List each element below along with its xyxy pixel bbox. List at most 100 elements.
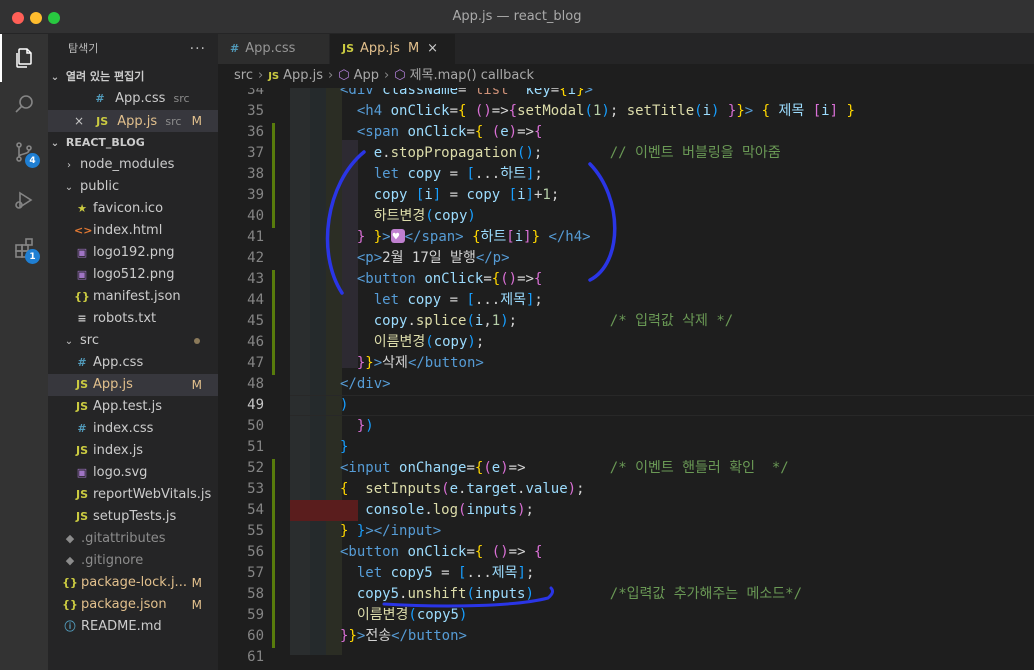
open-editor-app-css[interactable]: # App.css src (48, 88, 218, 110)
file-tree-item[interactable]: JS setupTests.js (48, 506, 218, 528)
code-comment: /* 입력값 삭제 */ (609, 313, 734, 329)
js-file-icon: JS (96, 115, 109, 128)
line-number: 36 (247, 124, 264, 140)
file-tree-item[interactable]: JS App.test.js (48, 396, 218, 418)
file-tree-label: logo512.png (93, 267, 175, 282)
line-number: 57 (247, 565, 264, 581)
modified-indicator: M (407, 41, 420, 56)
editor-tabs: # App.css JS App.js M × (218, 34, 1034, 64)
file-type-icon: {} (62, 576, 78, 589)
explorer-title: 탐색기 (68, 42, 99, 55)
file-type-icon: JS (75, 488, 88, 501)
line-number: 55 (247, 523, 264, 539)
current-line-highlight (290, 395, 1034, 416)
file-tree-item[interactable]: JS App.js M (48, 374, 218, 396)
line-number: 39 (247, 187, 264, 203)
file-tree-label: .gitignore (81, 553, 144, 568)
more-actions-icon[interactable]: ··· (190, 34, 206, 64)
tab-app-css[interactable]: # App.css (218, 34, 330, 64)
project-section[interactable]: ⌄ REACT_BLOG (48, 132, 218, 154)
code-line-52: <input onChange={(e)=> /* 이벤트 핸들러 확인 */ (340, 460, 789, 476)
open-editors-section[interactable]: ⌄ 열려 있는 편집기 (48, 66, 218, 88)
code-line-42: <p>2월 17일 발행</p> (356, 250, 510, 266)
heart-emoji-icon (390, 226, 405, 247)
code-identifier: 제목 (500, 292, 526, 308)
file-type-icon: <> (74, 224, 93, 237)
breadcrumb-item[interactable]: src (234, 68, 253, 83)
code-line-48: </div> (340, 376, 391, 392)
symbol-cube-icon: ⬡ (338, 68, 350, 83)
chevron-right-icon: › (67, 160, 71, 171)
line-number: 58 (247, 586, 264, 602)
file-tree-label: index.js (93, 443, 144, 458)
project-label: REACT_BLOG (65, 136, 145, 149)
code-editor[interactable]: 34 35 36 37 38 39 40 41 42 43 44 45 46 47 48 49 50 51 52 53… (218, 88, 1034, 670)
file-tree-item[interactable]: # index.css (48, 418, 218, 440)
breadcrumb-item[interactable]: App.js (283, 68, 323, 83)
run-debug-icon[interactable] (0, 176, 48, 224)
file-tree-label: package.json (81, 597, 167, 612)
file-tree-label: README.md (81, 619, 162, 634)
file-tree-item[interactable]: JS reportWebVitals.js (48, 484, 218, 506)
git-added-marker (272, 459, 275, 648)
explorer-header: 탐색기 ··· (48, 34, 218, 64)
open-editor-app-js[interactable]: × JS App.js src M (48, 110, 218, 132)
code-comment: /*입력값 추가해주는 메소드*/ (609, 586, 803, 602)
file-tree-item[interactable]: ◆ .gitignore (48, 550, 218, 572)
source-control-icon[interactable]: 4 (0, 128, 48, 176)
modified-indicator: M (191, 576, 202, 590)
file-tree-label: public (80, 179, 120, 194)
js-file-icon: JS (268, 71, 280, 82)
file-tree-item[interactable]: # App.css (48, 352, 218, 374)
close-icon[interactable]: × (72, 110, 86, 132)
file-tree-item[interactable]: ▣ logo.svg (48, 462, 218, 484)
tab-label: App.js (360, 41, 400, 56)
file-tree-item[interactable]: › node_modules (48, 154, 218, 176)
extensions-icon[interactable]: 1 (0, 224, 48, 272)
line-number: 47 (247, 355, 264, 371)
source-control-badge: 4 (25, 153, 40, 168)
file-tree-item[interactable]: ⌄ src (48, 330, 218, 352)
file-tree-item[interactable]: ◆ .gitattributes (48, 528, 218, 550)
tab-app-js[interactable]: JS App.js M × (330, 34, 455, 64)
modified-indicator: M (191, 114, 202, 128)
file-tree-item[interactable]: ▣ logo512.png (48, 264, 218, 286)
line-number: 40 (247, 208, 264, 224)
file-type-icon: JS (75, 444, 88, 457)
open-editors-label: 열려 있는 편집기 (65, 70, 145, 83)
code-line-50: }) (356, 418, 374, 434)
line-number: 44 (247, 292, 264, 308)
chevron-down-icon: ⌄ (64, 336, 74, 347)
breadcrumb-item[interactable]: 제목.map() callback (410, 68, 534, 83)
file-tree-item[interactable]: ≡ robots.txt (48, 308, 218, 330)
file-tree-item[interactable]: <>index.html (48, 220, 218, 242)
file-tree-item[interactable]: JS index.js (48, 440, 218, 462)
git-added-marker (272, 144, 275, 228)
file-tree-item[interactable]: ⌄ public (48, 176, 218, 198)
file-tree-label: robots.txt (93, 311, 157, 326)
file-tree-item[interactable]: {} manifest.json (48, 286, 218, 308)
file-tree-item[interactable]: ⓘ README.md (48, 616, 218, 638)
file-tree-item[interactable]: ▣ logo192.png (48, 242, 218, 264)
line-number: 49 (247, 397, 264, 413)
code-line-55: } }></input> (340, 523, 442, 539)
line-number: 60 (247, 628, 264, 644)
line-number: 38 (247, 166, 264, 182)
file-tree-item[interactable]: ★ favicon.ico (48, 198, 218, 220)
file-tree-item[interactable]: {} package-lock.j... M (48, 572, 218, 594)
breadcrumb-item[interactable]: App (354, 68, 379, 83)
chevron-right-icon: › (384, 68, 390, 83)
code-line-36: <span onClick={ (e)=>{ (356, 124, 543, 140)
open-editor-folder: src (165, 115, 182, 128)
close-icon[interactable]: × (427, 41, 438, 56)
file-tree-item[interactable]: {} package.json M (48, 594, 218, 616)
code-line-46: 이름변경(copy); (373, 334, 485, 350)
window-title: App.js — react_blog (452, 9, 582, 24)
git-added-marker (272, 270, 275, 375)
file-type-icon: ◆ (65, 554, 75, 567)
file-type-icon: {} (74, 290, 90, 303)
code-line-51: } (340, 439, 349, 455)
file-tree-label: favicon.ico (93, 201, 164, 216)
search-icon[interactable] (0, 80, 48, 128)
explorer-icon[interactable] (0, 34, 48, 82)
